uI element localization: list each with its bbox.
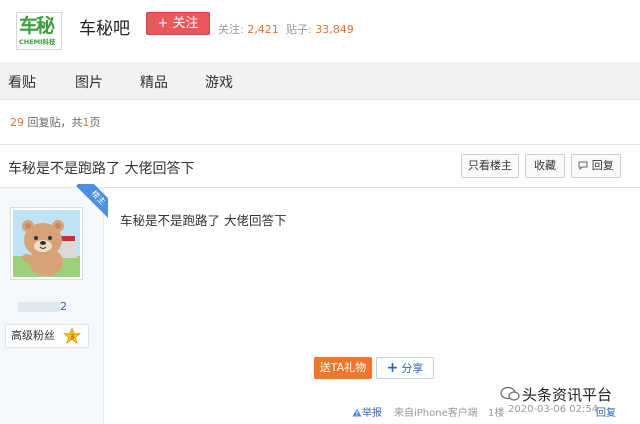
follow-count: 2,421 (247, 23, 279, 36)
favorite-button[interactable]: 收藏 (525, 154, 565, 178)
username-suffix: 2 (60, 300, 67, 313)
share-button[interactable]: + 分享 (376, 357, 434, 379)
report-label: 举报 (362, 408, 382, 419)
floor-number: 1楼 (488, 408, 505, 419)
nav-tab-games[interactable]: 游戏 (205, 72, 233, 92)
reply-count: 29 (10, 116, 24, 129)
reply-summary-text: 回复贴，共 (27, 116, 83, 129)
thread-title-bar: 车秘是不是跑路了 大佬回答下 只看楼主 收藏 回复 (0, 144, 640, 188)
post-reply-link[interactable]: 回复 (596, 404, 616, 419)
nav-tab-images[interactable]: 图片 (75, 72, 103, 92)
post-stat: 贴子: 33,849 (286, 21, 354, 37)
share-plus-icon: + (386, 360, 399, 376)
watermark-wechat-icon (500, 386, 520, 401)
reply-button-label: 回复 (591, 159, 614, 172)
forum-header: 车秘 CHEMI科技 车秘吧 + 关注 关注: 2,421 贴子: 33,849 (0, 0, 640, 62)
reply-icon (578, 161, 588, 171)
share-label: 分享 (401, 362, 424, 375)
post-timestamp: 2020-03-06 02:54 (508, 404, 599, 415)
page-suffix: 页 (89, 116, 101, 129)
op-tag-label: 楼主 (76, 184, 108, 220)
reply-button[interactable]: 回复 (571, 154, 621, 178)
post-floor-1: 2 高级粉丝 3 楼主 车秘是不是跑路了 大佬回答下 送TA礼物 + 分享 头条资… (0, 184, 640, 424)
follow-button[interactable]: + 关注 (146, 12, 210, 35)
nav-tab-featured[interactable]: 精品 (140, 72, 168, 92)
report-link[interactable]: 举报 (352, 404, 382, 419)
op-tag: 楼主 (66, 184, 108, 226)
post-source: 来自iPhone客户端 (394, 408, 478, 419)
forum-nav: 看贴 图片 精品 游戏 (0, 62, 640, 100)
send-gift-button[interactable]: 送TA礼物 (314, 357, 372, 379)
post-count: 33,849 (315, 23, 354, 36)
author-username[interactable]: 2 (18, 300, 67, 313)
forum-logo[interactable]: 车秘 CHEMI科技 (16, 12, 62, 50)
username-redacted (18, 302, 60, 312)
level-badge-icon: 3 (63, 327, 81, 345)
follow-stat-label: 关注: (218, 23, 244, 36)
logo-subtext: CHEMI科技 (19, 38, 56, 46)
reply-summary: 29 回复贴，共1页 (10, 114, 101, 130)
page-count: 1 (82, 116, 90, 129)
fan-level-badge[interactable]: 高级粉丝 3 (5, 324, 89, 348)
watermark-text: 头条资讯平台 (522, 386, 613, 404)
follow-stat: 关注: 2,421 (218, 21, 279, 37)
forum-name[interactable]: 车秘吧 (79, 14, 130, 39)
post-stat-label: 贴子: (286, 23, 312, 36)
watermark: 头条资讯平台 (500, 384, 612, 405)
logo-text: 车秘 (19, 15, 55, 37)
level-number: 3 (70, 332, 75, 341)
warning-icon (352, 408, 362, 417)
post-content: 车秘是不是跑路了 大佬回答下 (120, 213, 287, 228)
fan-level-label: 高级粉丝 (11, 329, 55, 342)
thread-title: 车秘是不是跑路了 大佬回答下 (8, 161, 195, 177)
only-op-button[interactable]: 只看楼主 (461, 154, 519, 178)
nav-tab-posts[interactable]: 看贴 (8, 72, 36, 92)
